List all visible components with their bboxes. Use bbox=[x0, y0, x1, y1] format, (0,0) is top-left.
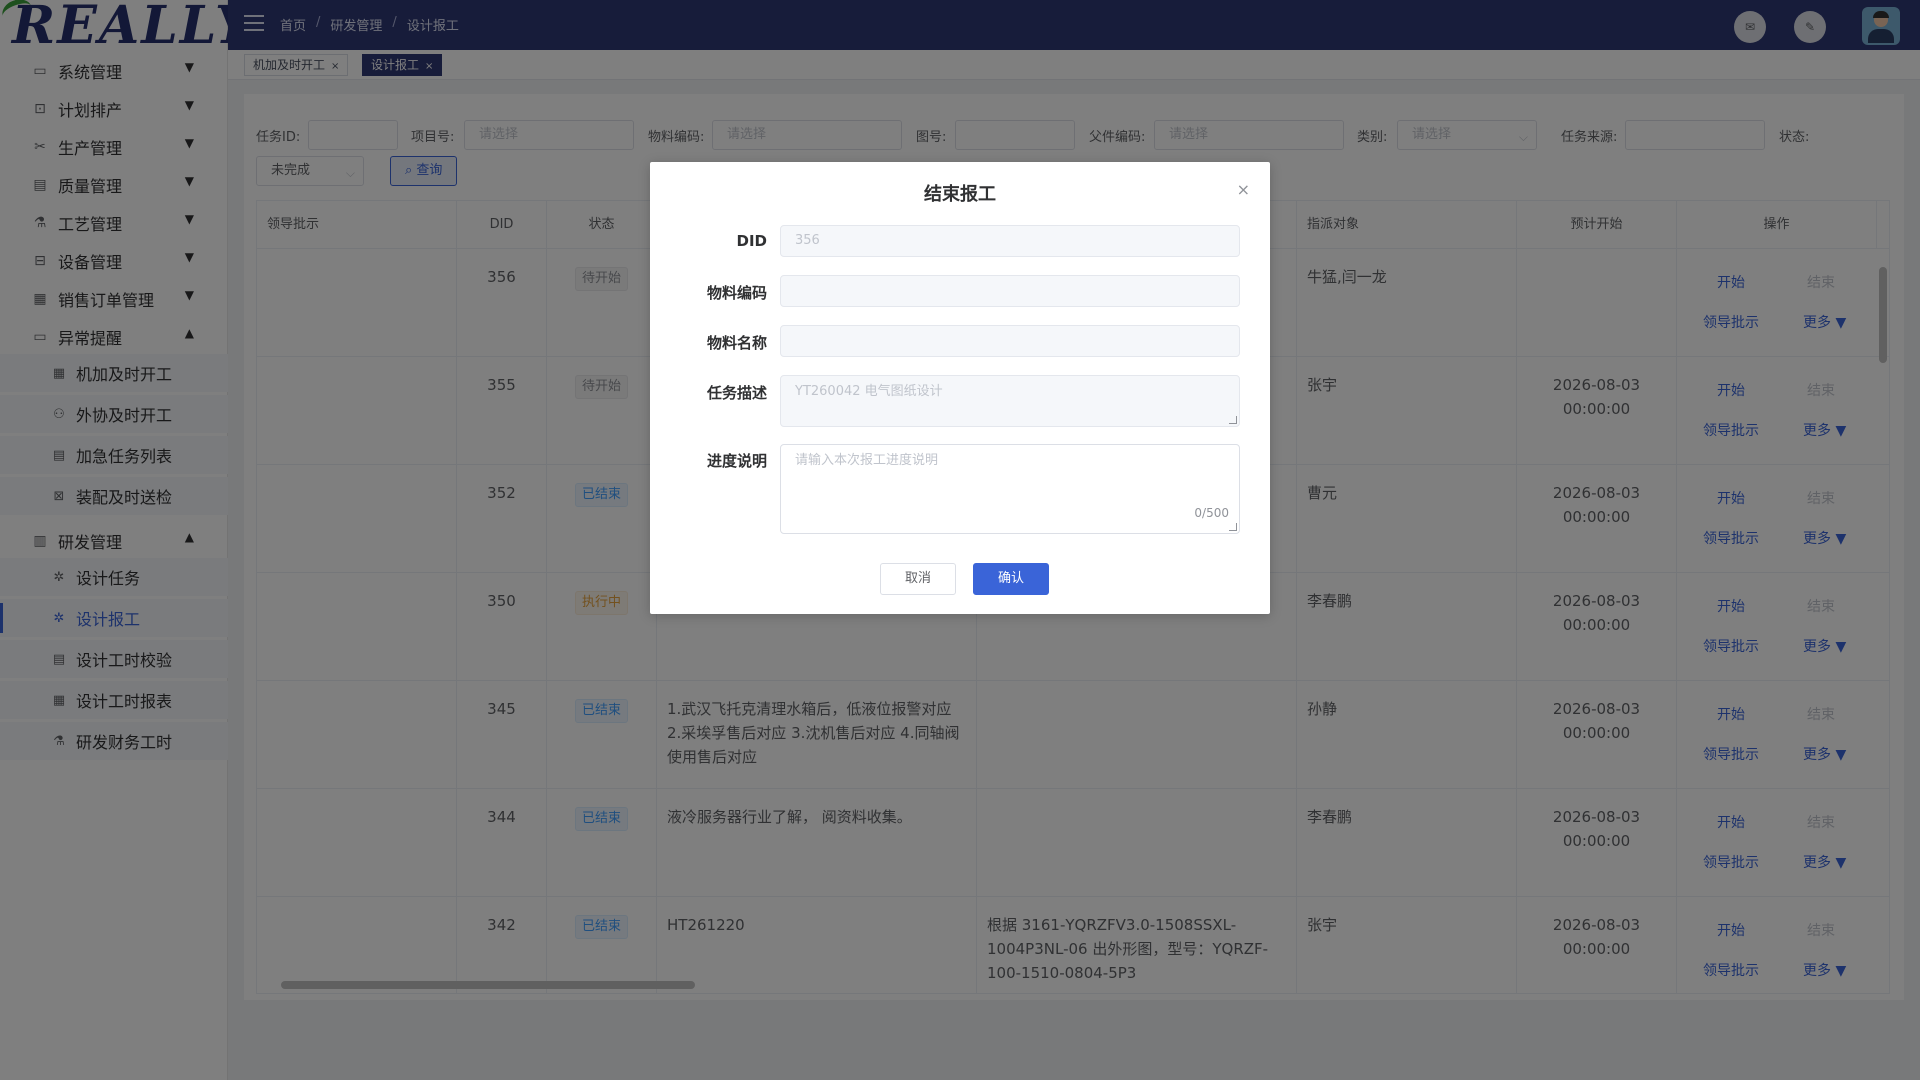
progress-placeholder: 请输入本次报工进度说明 bbox=[795, 453, 939, 468]
task-desc-label: 任务描述 bbox=[706, 384, 767, 402]
material-name-label: 物料名称 bbox=[706, 334, 767, 352]
did-field: 356 bbox=[780, 225, 1240, 257]
did-label: DID bbox=[736, 232, 767, 250]
progress-label: 进度说明 bbox=[706, 452, 767, 470]
task-desc-value: YT260042 电气图纸设计 bbox=[795, 384, 943, 399]
progress-textarea[interactable]: 请输入本次报工进度说明 0/500 bbox=[780, 444, 1240, 534]
dialog-title: 结束报工 bbox=[924, 184, 996, 205]
close-icon[interactable]: × bbox=[1237, 180, 1250, 199]
char-counter: 0/500 bbox=[1194, 506, 1229, 520]
material-name-field bbox=[780, 325, 1240, 357]
task-desc-field: YT260042 电气图纸设计 bbox=[780, 375, 1240, 427]
material-code-label: 物料编码 bbox=[706, 284, 767, 302]
cancel-button[interactable]: 取消 bbox=[880, 563, 956, 595]
end-report-dialog: 结束报工 × DID 356 物料编码 物料名称 任务描述 YT260042 电… bbox=[650, 162, 1270, 614]
material-code-field bbox=[780, 275, 1240, 307]
confirm-button[interactable]: 确认 bbox=[973, 563, 1049, 595]
